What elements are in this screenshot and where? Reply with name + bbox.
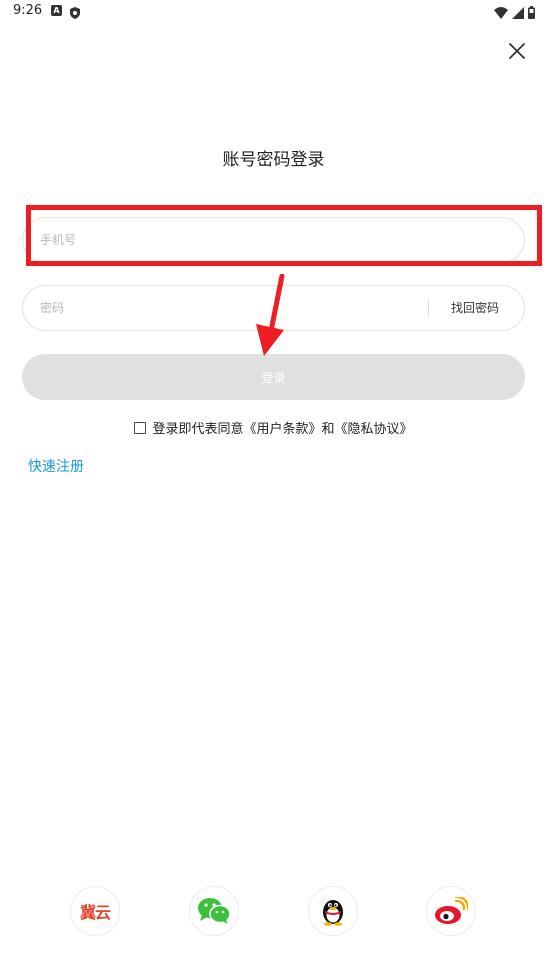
a-icon: A [51,5,62,16]
weibo-login-button[interactable] [426,886,476,936]
agreement-checkbox[interactable] [134,421,147,434]
password-field[interactable]: 找回密码 [22,285,525,331]
close-icon [509,43,525,59]
close-button[interactable] [504,38,530,64]
qq-penguin-icon [323,900,343,926]
privacy-link[interactable]: 《隐私协议》 [335,418,413,437]
password-input[interactable] [40,286,420,330]
wechat-login-button[interactable] [189,886,239,936]
field-divider [428,299,429,317]
status-right-icons [494,4,535,23]
find-password-link[interactable]: 找回密码 [451,286,499,330]
weibo-icon [435,897,468,924]
terms-link[interactable]: 《用户条款》 [243,418,321,437]
agreement-prefix: 登录即代表同意 [152,422,244,437]
page-title: 账号密码登录 [222,150,325,170]
status-bar: 9:26 A [0,0,547,24]
qq-login-button[interactable] [308,886,358,936]
battery-icon [528,4,535,23]
shield-icon [70,4,80,23]
phone-field[interactable] [22,217,525,263]
wifi-icon [494,4,508,23]
jiyun-login-button[interactable]: 冀云 [70,886,120,936]
agreement-and: 和 [321,422,335,437]
signal-icon [512,4,524,23]
status-time: 9:26 [13,3,43,18]
wechat-icon [198,898,231,924]
login-button[interactable]: 登录 [22,354,525,400]
jiyun-logo-icon: 冀云 [79,903,111,922]
agreement-row: 登录即代表同意 《用户条款》 和 《隐私协议》 [0,418,547,437]
phone-input[interactable] [40,218,510,262]
quick-register-link[interactable]: 快速注册 [28,456,84,476]
